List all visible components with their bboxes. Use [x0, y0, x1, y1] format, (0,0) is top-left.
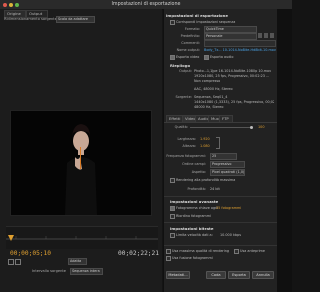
summary-source-line-1: Sequenza, Seq01_4 — [194, 95, 228, 99]
keyframe-value[interactable]: 25 fotogrammi — [216, 206, 241, 210]
width-label: Larghezza: — [177, 137, 196, 141]
source-scaling-dropdown[interactable]: Scala da adattare — [56, 16, 95, 23]
export-button[interactable]: Esporta — [228, 271, 250, 279]
preset-dropdown[interactable]: Personale — [204, 33, 257, 40]
frame-blend-checkbox[interactable] — [166, 256, 171, 261]
save-preset-icon[interactable] — [258, 33, 262, 38]
depth-label: Profondità: — [187, 187, 206, 191]
comments-label: Commenti: — [181, 41, 200, 45]
set-out-point-icon[interactable] — [15, 259, 21, 265]
source-scaling-row: Ridimensionamento sorgente Scala da adat… — [4, 16, 158, 23]
divider — [164, 245, 277, 246]
format-dropdown[interactable]: QuickTime — [204, 26, 257, 33]
preset-label: Predefinito: — [180, 34, 200, 38]
format-label: Formato: — [184, 27, 200, 31]
window-title: Impostazioni di esportazione — [111, 2, 181, 7]
comments-field[interactable] — [204, 40, 276, 47]
fit-dropdown[interactable]: Adatta — [68, 258, 87, 265]
export-audio-label: Esporta audio — [210, 55, 234, 59]
frame-rate-label: Frequenza fotogrammi: — [166, 154, 206, 158]
export-video-label: Esporta video — [176, 55, 200, 59]
export-audio-checkbox[interactable] — [204, 55, 209, 60]
depth-value: 24 bit — [210, 187, 220, 191]
video-preview — [10, 110, 152, 216]
timeline-ruler — [6, 236, 158, 240]
quality-slider[interactable] — [190, 126, 253, 129]
constrain-proportions-icon[interactable] — [216, 137, 220, 149]
current-timecode[interactable]: 00;00;05;10 — [10, 250, 51, 257]
source-range-row: Intervallo sorgente Sequenza intera — [6, 268, 158, 276]
summary-output-label: Output: — [179, 69, 192, 73]
export-video-checkbox[interactable] — [170, 55, 175, 60]
quality-slider-knob[interactable] — [250, 126, 253, 129]
aspect-dropdown[interactable]: Pixel quadrati (1,0) — [210, 169, 245, 176]
delete-preset-icon[interactable] — [270, 33, 274, 38]
queue-button[interactable]: Coda — [206, 271, 226, 279]
settings-tab-bar: Effetti Video Audio Mux FTP — [164, 115, 277, 123]
set-in-point-icon[interactable] — [8, 259, 14, 265]
summary-output-line-3: Non compresso — [194, 79, 221, 83]
keyframe-checkbox[interactable] — [170, 206, 175, 211]
summary-source-label: Sorgente: — [175, 95, 192, 99]
output-name-link[interactable]: Body_Tx... 10-1014-NoBite-Hd8bit-10.mov — [204, 48, 276, 52]
source-scaling-label: Ridimensionamento sorgente — [4, 17, 57, 21]
person-in-video — [65, 124, 97, 215]
metadata-button[interactable]: Metadati... — [166, 271, 190, 279]
height-value[interactable]: 1.080 — [200, 144, 210, 148]
previews-checkbox[interactable] — [234, 249, 239, 254]
height-label: Altezza: — [182, 144, 196, 148]
summary-header[interactable]: Riepilogo — [170, 63, 190, 68]
summary-source-line-2: 1440x1080 (1,3333), 25 fps, Progressivo,… — [194, 100, 274, 104]
output-name-label: Nome output: — [176, 48, 200, 52]
match-sequence-label: Corrispondi impostazioni sequenza — [176, 20, 236, 24]
limit-bitrate-checkbox[interactable] — [170, 233, 175, 238]
timeline-scrubber[interactable] — [6, 226, 158, 249]
limit-bitrate-value[interactable]: 10.000 kbps — [220, 233, 241, 237]
summary-source-line-3: 48000 Hz, Stereo — [194, 105, 224, 109]
field-order-dropdown[interactable]: Progressivo — [210, 161, 245, 168]
summary-output-line-1: Photo...1,1Jpe 16-1014-NoBite-1080p 10.m… — [194, 69, 272, 73]
export-settings-panel: Impostazioni di esportazione Corrispondi… — [163, 9, 277, 292]
reorder-checkbox[interactable] — [170, 214, 175, 219]
advanced-settings-header[interactable]: Impostazioni avanzate — [170, 199, 218, 204]
source-range-label: Intervallo sorgente — [32, 269, 66, 273]
summary-output-line-2: 1920x1080, 25 fps, Progressivo, 00:02:23… — [194, 74, 270, 78]
quality-label: Qualità: — [174, 125, 188, 129]
divider — [164, 196, 277, 197]
reorder-label: Riordino fotogrammi — [176, 214, 211, 218]
cancel-button[interactable]: Annulla — [252, 271, 274, 279]
duration-timecode: 00;02;22;21 — [118, 250, 159, 257]
background-app-edge — [277, 9, 292, 292]
timeline-controls: Adatta — [6, 258, 158, 266]
export-settings-header[interactable]: Impostazioni di esportazione — [166, 13, 228, 18]
max-quality-checkbox[interactable] — [166, 249, 171, 254]
aspect-label: Aspetto: — [191, 170, 206, 174]
import-preset-icon[interactable] — [264, 33, 268, 38]
keyframe-label: Fotogramma chiave ogni — [176, 206, 219, 210]
previews-label: Usa anteprime — [240, 249, 265, 253]
max-depth-checkbox[interactable] — [170, 178, 175, 183]
field-order-label: Ordine campi: — [182, 162, 206, 166]
max-depth-label: Rendering alla profondità massima — [176, 178, 236, 182]
summary-output-line-4: AAC, 48000 Hz, Stereo — [194, 87, 233, 91]
match-sequence-checkbox[interactable] — [170, 20, 175, 25]
max-quality-label: Usa massima qualità di rendering — [172, 249, 230, 253]
divider — [164, 222, 277, 223]
limit-bitrate-label: Limita velocità dati a: — [176, 233, 213, 237]
quality-value[interactable]: 100 — [258, 125, 264, 129]
frame-blend-label: Usa fusione fotogrammi — [172, 256, 213, 260]
frame-rate-dropdown[interactable]: 25 — [210, 153, 237, 160]
source-range-dropdown[interactable]: Sequenza intera — [70, 268, 103, 275]
tab-ftp[interactable]: FTP — [219, 115, 233, 123]
bitrate-settings-header[interactable]: Impostazioni bitrate — [170, 226, 213, 231]
width-value[interactable]: 1.920 — [200, 137, 210, 141]
